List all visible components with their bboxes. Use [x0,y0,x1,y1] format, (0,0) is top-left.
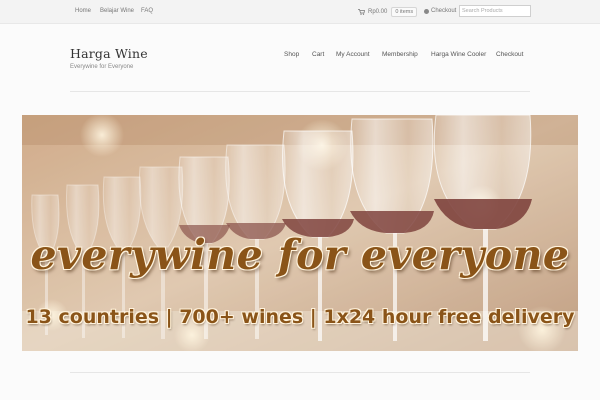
cart-items-badge: 0 items [391,6,418,17]
hero-banner[interactable]: everywine for everyone 13 countries | 70… [22,115,578,351]
nav-checkout[interactable]: Checkout [496,51,523,58]
top-nav-faq-link[interactable]: FAQ [141,8,153,14]
banner-subline: 13 countries | 700+ wines | 1x24 hour fr… [25,306,575,328]
site-title[interactable]: Harga Wine [70,46,148,61]
nav-harga-wine-cooler[interactable]: Harga Wine Cooler [431,51,486,58]
top-bar: Home Belajar Wine FAQ Rp0.00 0 items Che… [0,0,600,24]
site-tagline: Everywine for Everyone [70,64,134,70]
content-divider [70,372,530,373]
cart-total: Rp0.00 [368,8,388,15]
nav-membership[interactable]: Membership [382,51,418,58]
nav-shop[interactable]: Shop [284,51,299,58]
top-checkout-link[interactable]: Checkout [424,8,456,14]
mini-cart[interactable]: Rp0.00 0 items [358,6,418,17]
top-checkout-label: Checkout [431,8,457,14]
checkout-icon [424,8,429,14]
top-nav-home-link[interactable]: Home [75,8,91,14]
banner-headline: everywine for everyone [30,231,570,279]
nav-my-account[interactable]: My Account [336,51,370,58]
nav-cart[interactable]: Cart [312,51,324,58]
search-input[interactable] [459,5,531,17]
cart-icon [358,8,365,15]
header-divider [70,91,530,92]
top-nav-belajar-wine-link[interactable]: Belajar Wine [100,8,134,14]
